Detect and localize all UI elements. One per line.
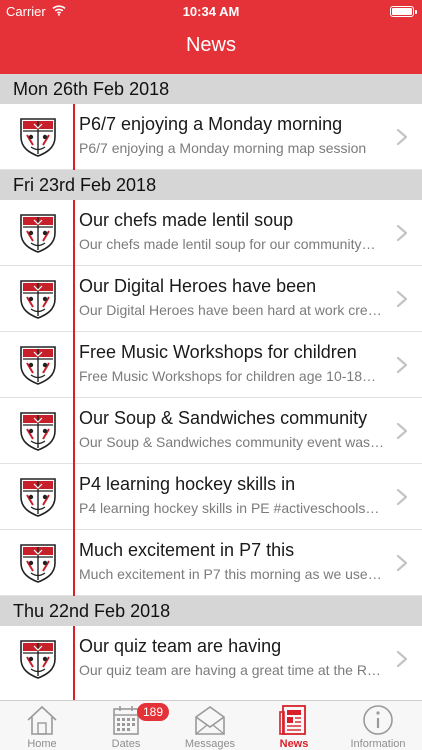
school-crest-icon: [19, 213, 57, 253]
tab-label: Home: [27, 738, 57, 750]
news-row[interactable]: Our Soup & Sandwiches community Our Soup…: [0, 398, 422, 464]
news-title: Our Soup & Sandwiches community: [79, 408, 368, 428]
news-row[interactable]: Our Digital Heroes have been Our Digital…: [0, 266, 422, 332]
news-subtitle: P4 learning hockey skills in PE #actives…: [79, 500, 380, 516]
news-row[interactable]: P4 learning hockey skills in P4 learning…: [0, 464, 422, 530]
section-header: Thu 22nd Feb 2018: [0, 596, 422, 626]
chevron-right-icon: [396, 422, 408, 440]
news-subtitle: Our Digital Heroes have been hard at wor…: [79, 302, 382, 318]
tab-home[interactable]: Home: [0, 701, 84, 750]
tab-news[interactable]: News: [252, 701, 336, 750]
status-bar: Carrier 10:34 AM: [0, 0, 422, 22]
newspaper-icon: [279, 705, 306, 735]
news-title: Our chefs made lentil soup: [79, 210, 294, 230]
news-title: P6/7 enjoying a Monday morning: [79, 114, 343, 134]
school-crest-icon: [19, 117, 57, 157]
news-row[interactable]: Free Music Workshops for children Free M…: [0, 332, 422, 398]
news-title: Our Digital Heroes have been: [79, 276, 317, 296]
news-subtitle: P6/7 enjoying a Monday morning map sessi…: [79, 140, 367, 156]
news-subtitle: Free Music Workshops for children age 10…: [79, 368, 376, 384]
envelope-icon: [195, 706, 225, 735]
school-crest-icon: [19, 345, 57, 385]
section-header: Mon 26th Feb 2018: [0, 74, 422, 104]
section-header: Fri 23rd Feb 2018: [0, 170, 422, 200]
tab-bar: Home Dates Messages 189 News Information: [0, 700, 422, 750]
tab-label: Information: [350, 738, 406, 750]
tab-information[interactable]: Information: [336, 701, 420, 750]
tab-label: Messages: [184, 738, 236, 750]
tab-messages[interactable]: Messages: [168, 701, 252, 750]
news-title: P4 learning hockey skills in: [79, 474, 296, 494]
school-crest-icon: [19, 639, 57, 679]
news-row[interactable]: Much excitement in P7 this Much exciteme…: [0, 530, 422, 596]
news-subtitle: Our chefs made lentil soup for our commu…: [79, 236, 376, 252]
news-title: Free Music Workshops for children: [79, 342, 357, 362]
news-subtitle: Our Soup & Sandwiches community event wa…: [79, 434, 385, 450]
info-icon: [363, 705, 393, 735]
news-subtitle: Our quiz team are having a great time at…: [79, 662, 381, 678]
unread-badge: 189: [137, 703, 170, 721]
news-title: Our quiz team are having: [79, 636, 282, 656]
news-subtitle: Much excitement in P7 this morning as we…: [79, 566, 382, 582]
school-crest-icon: [19, 279, 57, 319]
battery-icon: [390, 6, 417, 17]
page-title: News: [185, 34, 236, 56]
chevron-right-icon: [396, 650, 408, 668]
chevron-right-icon: [396, 128, 408, 146]
news-row[interactable]: P6/7 enjoying a Monday morning P6/7 enjo…: [0, 104, 422, 170]
tab-label: Dates: [111, 738, 141, 750]
status-time: 10:34 AM: [182, 4, 240, 19]
school-crest-icon: [19, 411, 57, 451]
news-row[interactable]: Our chefs made lentil soup Our chefs mad…: [0, 200, 422, 266]
chevron-right-icon: [396, 224, 408, 242]
news-row[interactable]: Our quiz team are having Our quiz team a…: [0, 626, 422, 692]
chevron-right-icon: [396, 554, 408, 572]
school-crest-icon: [19, 477, 57, 517]
chevron-right-icon: [396, 290, 408, 308]
news-list[interactable]: Mon 26th Feb 2018 P6/7 enjoying a Monday…: [0, 74, 422, 700]
news-title: Much excitement in P7 this: [79, 540, 295, 560]
home-icon: [27, 705, 57, 735]
school-crest-icon: [19, 543, 57, 583]
chevron-right-icon: [396, 356, 408, 374]
tab-label: News: [279, 738, 309, 750]
header-bar: Carrier 10:34 AM News: [0, 0, 422, 74]
chevron-right-icon: [396, 488, 408, 506]
